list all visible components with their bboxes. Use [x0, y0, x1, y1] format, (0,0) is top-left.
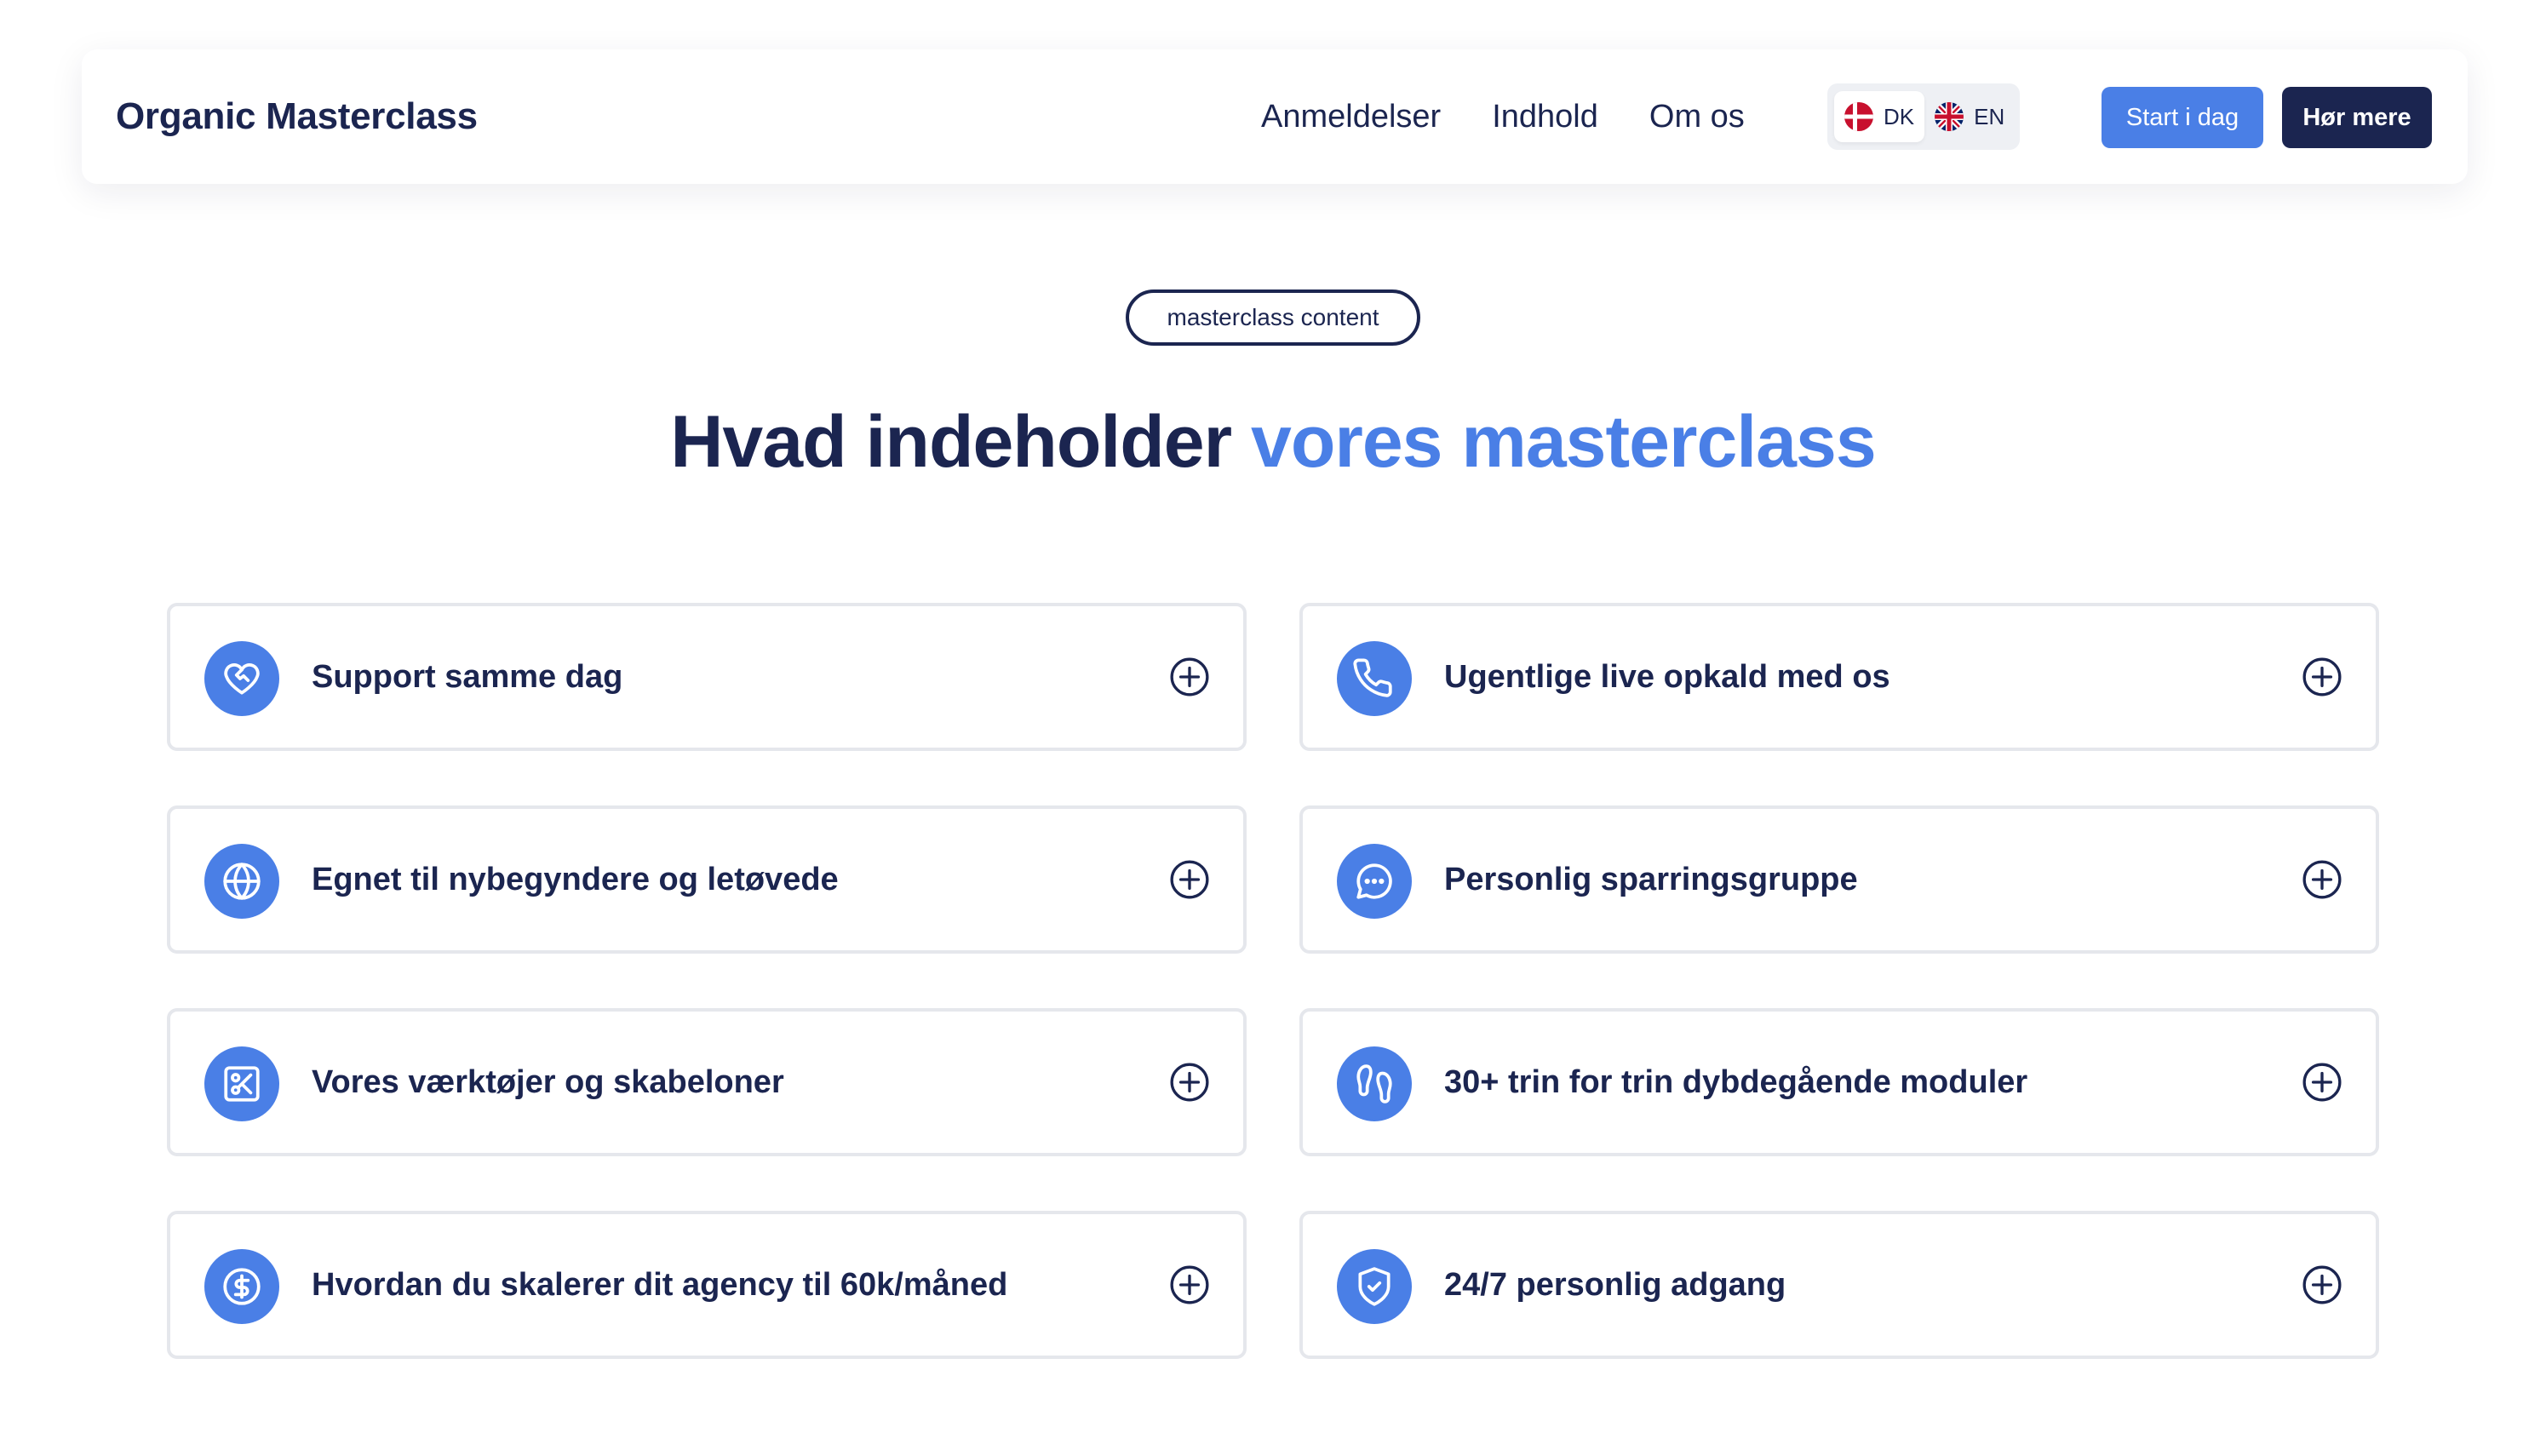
plus-circle-icon[interactable] — [2301, 656, 2343, 698]
feature-label: 30+ trin for trin dybdegående moduler — [1444, 1064, 2028, 1100]
footprints-icon — [1337, 1046, 1412, 1121]
shield-check-icon — [1337, 1249, 1412, 1324]
plus-circle-icon[interactable] — [1168, 656, 1211, 698]
nav-link-indhold[interactable]: Indhold — [1492, 99, 1598, 135]
plus-circle-icon[interactable] — [2301, 1264, 2343, 1306]
language-label-en: EN — [1974, 103, 2005, 129]
plus-circle-icon[interactable] — [1168, 858, 1211, 901]
language-option-dk[interactable]: DK — [1834, 91, 1925, 142]
scissors-square-icon — [204, 1046, 279, 1121]
language-option-en[interactable]: EN — [1924, 91, 2015, 142]
language-label-dk: DK — [1884, 103, 1915, 129]
top-navbar: Organic Masterclass Anmeldelser Indhold … — [82, 49, 2468, 184]
plus-circle-icon[interactable] — [2301, 858, 2343, 901]
main-nav: Anmeldelser Indhold Om os — [1261, 49, 1796, 184]
plus-circle-icon[interactable] — [1168, 1061, 1211, 1103]
section-pill-label: masterclass content — [1126, 289, 1420, 346]
feature-label: Support samme dag — [312, 659, 623, 695]
nav-link-om-os[interactable]: Om os — [1649, 99, 1745, 135]
feature-card-beginners[interactable]: Egnet til nybegyndere og letøvede — [167, 805, 1247, 954]
language-switcher: DK EN — [1827, 83, 2020, 150]
feature-label: Hvordan du skalerer dit agency til 60k/m… — [312, 1267, 1008, 1303]
chat-bubble-icon — [1337, 844, 1412, 919]
globe-icon — [204, 844, 279, 919]
phone-icon — [1337, 641, 1412, 716]
section-heading: Hvad indeholder vores masterclass — [0, 400, 2546, 484]
learn-more-button[interactable]: Hør mere — [2282, 87, 2432, 148]
feature-card-weekly-calls[interactable]: Ugentlige live opkald med os — [1299, 603, 2379, 751]
heading-accent-text: vores masterclass — [1251, 401, 1877, 483]
start-today-button[interactable]: Start i dag — [2102, 87, 2263, 148]
feature-card-support[interactable]: Support samme dag — [167, 603, 1247, 751]
feature-label: Ugentlige live opkald med os — [1444, 659, 1890, 695]
feature-card-scaling[interactable]: Hvordan du skalerer dit agency til 60k/m… — [167, 1211, 1247, 1359]
plus-circle-icon[interactable] — [2301, 1061, 2343, 1103]
heart-handshake-icon — [204, 641, 279, 716]
feature-label: Vores værktøjer og skabeloner — [312, 1064, 784, 1100]
uk-flag-icon — [1935, 102, 1964, 131]
dollar-circle-icon — [204, 1249, 279, 1324]
brand-logo[interactable]: Organic Masterclass — [116, 49, 478, 184]
feature-card-tools-templates[interactable]: Vores værktøjer og skabeloner — [167, 1008, 1247, 1156]
feature-card-access[interactable]: 24/7 personlig adgang — [1299, 1211, 2379, 1359]
feature-label: Egnet til nybegyndere og letøvede — [312, 862, 839, 897]
feature-card-sparring-group[interactable]: Personlig sparringsgruppe — [1299, 805, 2379, 954]
feature-label: Personlig sparringsgruppe — [1444, 862, 1858, 897]
nav-link-anmeldelser[interactable]: Anmeldelser — [1261, 99, 1441, 135]
denmark-flag-icon — [1844, 102, 1873, 131]
feature-label: 24/7 personlig adgang — [1444, 1267, 1786, 1303]
plus-circle-icon[interactable] — [1168, 1264, 1211, 1306]
feature-card-modules[interactable]: 30+ trin for trin dybdegående moduler — [1299, 1008, 2379, 1156]
heading-main-text: Hvad indeholder — [670, 401, 1232, 483]
